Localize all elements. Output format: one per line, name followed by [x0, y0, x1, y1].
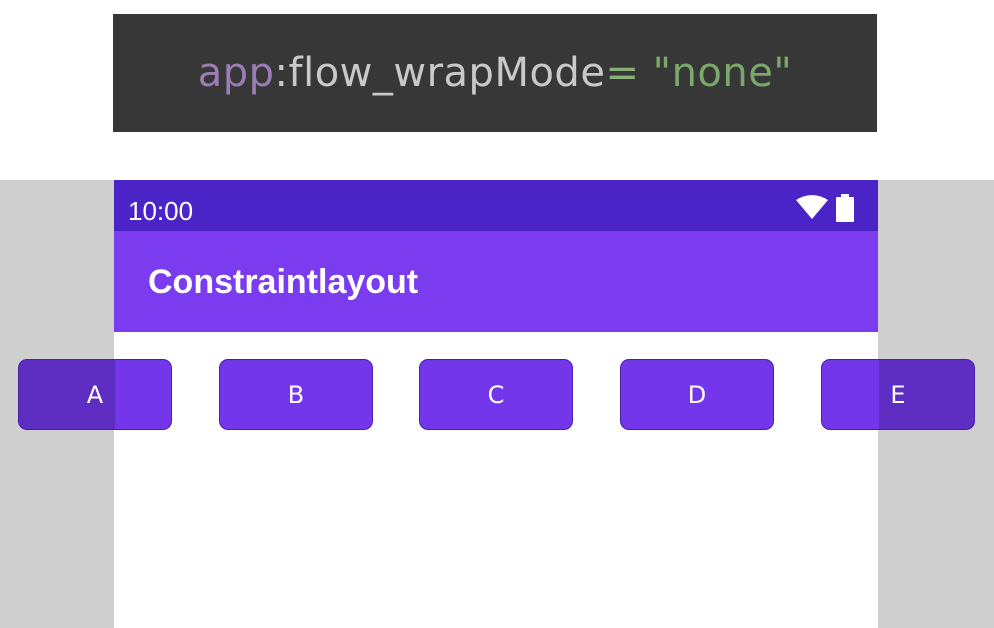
flow-button-d[interactable]: D [620, 359, 774, 430]
code-banner: app: flow_wrapMode = "none" [113, 14, 877, 132]
code-equals: = [605, 50, 640, 96]
flow-wrapmode-demo: app: flow_wrapMode = "none" 10:00 Constrai… [0, 0, 994, 628]
button-label: C [487, 380, 505, 409]
code-namespace: app [197, 50, 275, 96]
flow-button-c[interactable]: C [419, 359, 573, 430]
wifi-icon [796, 195, 828, 219]
button-label: D [687, 380, 707, 409]
code-separator: : [274, 50, 289, 96]
button-label: B [287, 380, 305, 409]
code-value: "none" [652, 50, 793, 96]
flow-button-e[interactable]: E [821, 359, 975, 430]
status-icons [794, 194, 860, 222]
button-label: A [86, 380, 104, 409]
flow-button-a[interactable]: A [18, 359, 172, 430]
button-label: E [890, 380, 906, 409]
app-bar: Constraintlayout [114, 231, 878, 332]
flow-button-b[interactable]: B [219, 359, 373, 430]
app-title: Constraintlayout [148, 263, 419, 301]
status-time: 10:00 [128, 196, 194, 226]
battery-icon [836, 194, 854, 222]
code-attribute: flow_wrapMode [288, 50, 606, 96]
status-bar: 10:00 [114, 180, 878, 231]
